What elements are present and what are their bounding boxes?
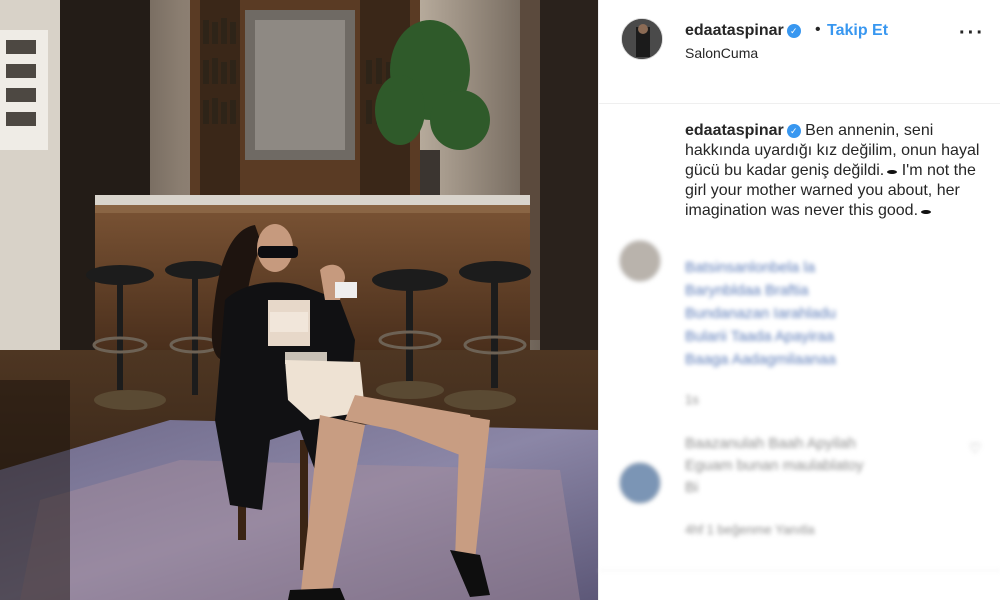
- verified-badge-icon: ✓: [786, 24, 801, 38]
- ink-mark-icon: [887, 170, 898, 174]
- commenter-avatar[interactable]: [619, 240, 661, 282]
- more-options-icon[interactable]: ···: [959, 22, 985, 45]
- author-username[interactable]: edaataspinar: [685, 22, 784, 39]
- post-header: edaataspinar ✓ • Takip Et SalonCuma ···: [599, 0, 1000, 104]
- comment-line: Barynbldaa Braftia: [685, 282, 809, 299]
- author-avatar[interactable]: [621, 18, 663, 60]
- post-action-bar[interactable]: [599, 570, 1000, 600]
- comment-line: Eguam bunan maulablatoy: [685, 457, 864, 474]
- commenter-avatar[interactable]: [619, 462, 661, 504]
- ink-mark-icon: [921, 210, 932, 214]
- comment-line: Batsinsanlonbela la: [685, 259, 816, 276]
- post-panel: edaataspinar ✓ • Takip Et SalonCuma ··· e…: [598, 0, 1000, 600]
- follow-button[interactable]: Takip Et: [827, 22, 888, 40]
- post-location[interactable]: SalonCuma: [685, 45, 758, 61]
- like-comment-heart-icon[interactable]: ♡: [969, 440, 982, 457]
- caption-username[interactable]: edaataspinar: [685, 122, 784, 139]
- comment-line: Baazanulah Baah Apyilah: [685, 435, 856, 452]
- comment-line: Bularii Taada Apayiraa: [685, 328, 834, 345]
- comment-meta: 4hf 1 beğenme Yanıtla: [685, 522, 815, 537]
- post-caption: edaataspinar ✓ Ben annenin, seni hakkında…: [685, 121, 985, 221]
- post-photo[interactable]: [0, 0, 598, 600]
- comment-meta: 1s: [685, 392, 699, 407]
- follow-separator: •: [815, 21, 821, 38]
- author-username-row[interactable]: edaataspinar ✓: [685, 22, 801, 40]
- comment-line: Bi: [685, 479, 699, 496]
- comment-line: Baaga Aadagmilaanaa: [685, 351, 836, 368]
- verified-badge-icon: ✓: [786, 124, 801, 138]
- comment-line: Bundanazan Iarahladu: [685, 305, 836, 322]
